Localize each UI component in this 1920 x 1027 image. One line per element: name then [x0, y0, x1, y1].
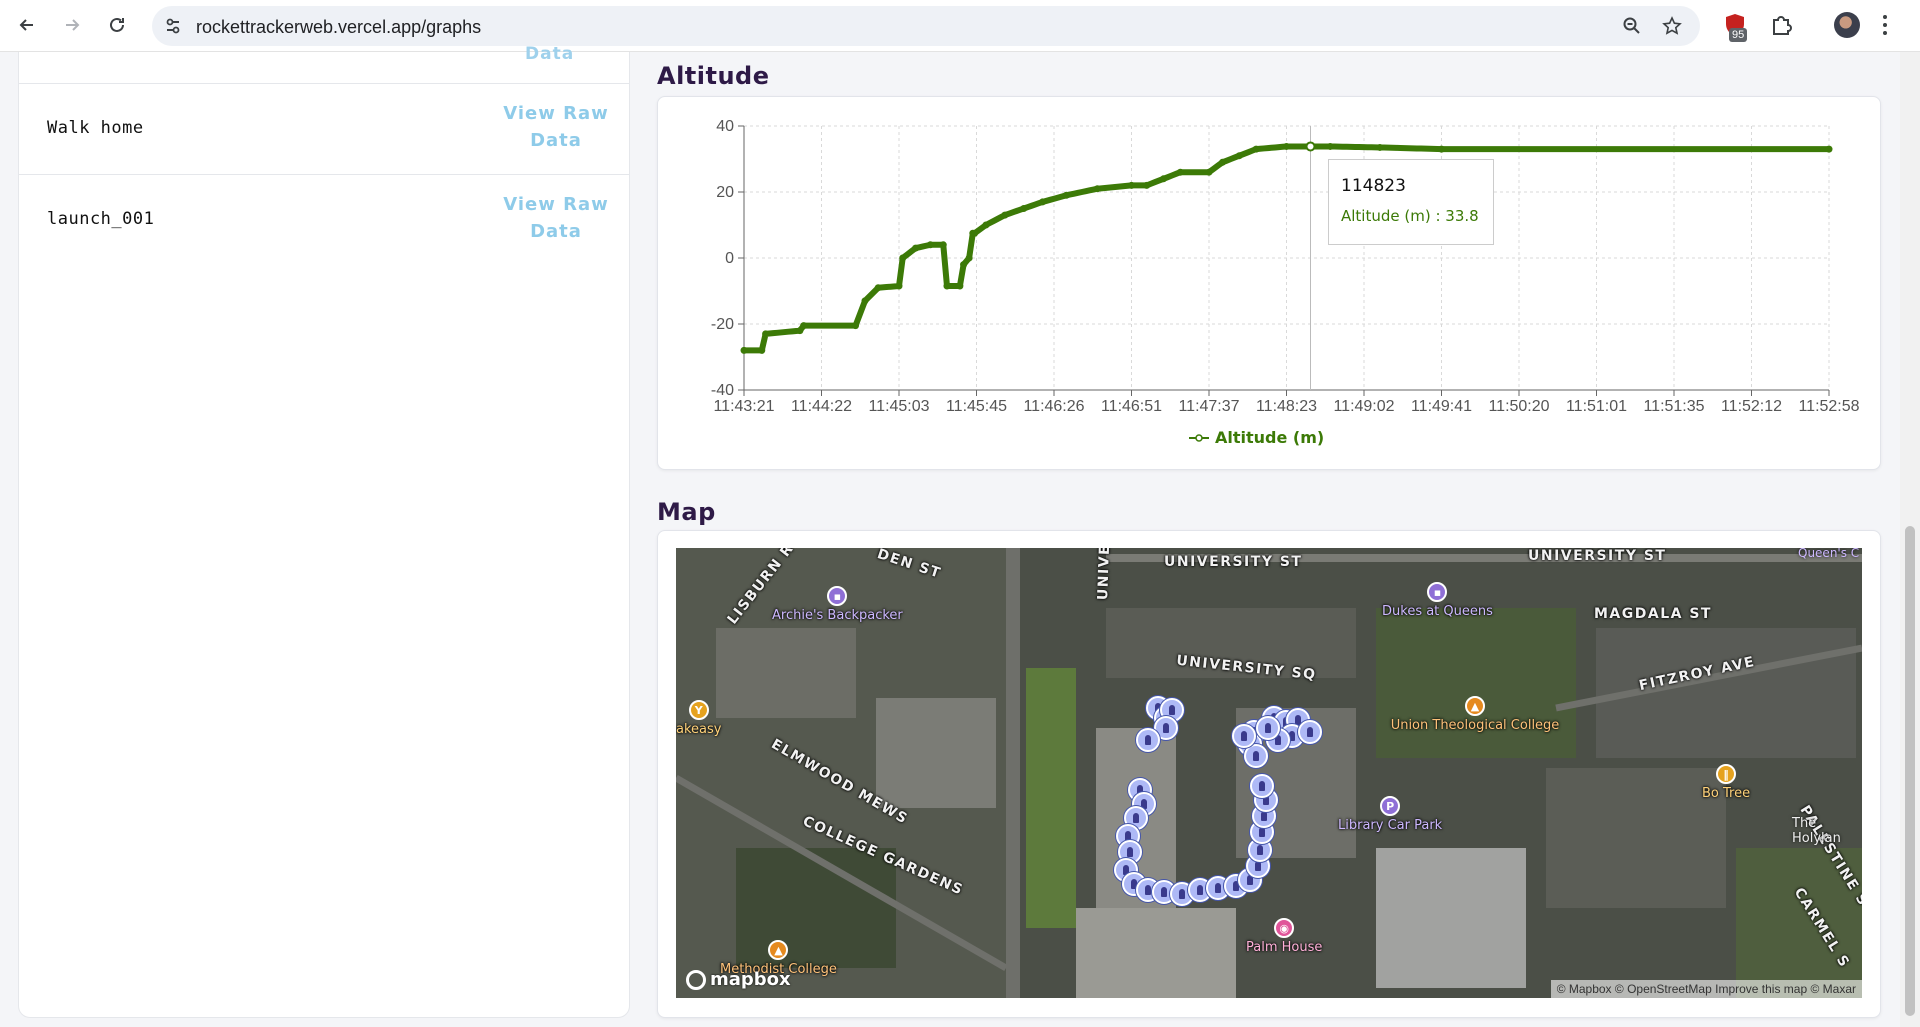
hover-active-dot [1305, 141, 1316, 152]
x-tick-label: 11:45:45 [946, 398, 1007, 415]
x-tick-label: 11:51:35 [1643, 398, 1704, 415]
altitude-data-point [960, 261, 968, 269]
altitude-data-point [758, 346, 766, 354]
altitude-data-point [1020, 205, 1028, 212]
x-tick-label: 11:48:23 [1256, 398, 1317, 415]
altitude-chart[interactable]: 40 20 0 -20 -4011:43:21 11:44:22 11:45:03 11:45… [0, 0, 1920, 470]
poi-library-car-park[interactable]: P Library Car Park [1338, 796, 1442, 833]
poi-dukes-at-queens[interactable]: ▪ Dukes at Queens [1382, 582, 1493, 619]
altitude-data-point [1376, 143, 1384, 151]
poi-palm-house[interactable]: ◉ Palm House [1246, 918, 1322, 955]
altitude-data-point [1062, 191, 1070, 199]
altitude-data-point [800, 322, 808, 330]
rocket-marker-icon[interactable] [1250, 774, 1274, 798]
page-scrollbar[interactable] [1900, 52, 1920, 1027]
x-tick-label: 11:50:20 [1488, 398, 1549, 415]
x-tick-label: 11:52:12 [1721, 398, 1782, 415]
altitude-data-point [1205, 168, 1213, 176]
map-section-title: Map [657, 498, 716, 526]
x-tick-label: 11:49:02 [1333, 398, 1394, 415]
chart-legend[interactable]: Altitude (m) [1189, 428, 1324, 447]
altitude-data-point [1093, 185, 1101, 193]
legend-line-icon [1189, 433, 1209, 442]
college-icon: ▲ [1465, 696, 1485, 716]
altitude-data-point [874, 284, 882, 292]
hotel-icon: ▪ [1427, 582, 1448, 602]
bar-icon: Y [688, 700, 709, 720]
y-tick-label: 0 [725, 250, 734, 267]
x-tick-label: 11:43:21 [713, 398, 774, 415]
altitude-data-point [1326, 142, 1334, 150]
x-tick-label: 11:52:58 [1798, 398, 1859, 415]
poi-bo-tree[interactable]: ‖ Bo Tree [1702, 764, 1750, 801]
altitude-data-point [740, 346, 748, 354]
poi-queens-clipped[interactable]: Queen's C [1798, 548, 1859, 560]
altitude-data-point [895, 282, 903, 290]
rocket-marker-icon[interactable] [1232, 724, 1256, 748]
college-icon: ▲ [768, 940, 789, 960]
altitude-data-point [965, 254, 973, 262]
altitude-data-point [956, 282, 964, 290]
altitude-data-point [1235, 152, 1243, 160]
altitude-data-point [1039, 198, 1047, 206]
y-tick-label: -20 [711, 316, 734, 333]
altitude-data-point [1438, 145, 1445, 153]
chart-tooltip: 114823 Altitude (m) : 33.8 [1328, 159, 1494, 245]
y-tick-label: 40 [716, 118, 734, 135]
hostel-icon: ▪ [827, 586, 848, 606]
altitude-data-point [1160, 175, 1168, 183]
altitude-data-point [1218, 158, 1226, 166]
legend-label: Altitude (m) [1215, 428, 1325, 447]
altitude-data-point [926, 241, 934, 249]
altitude-data-point [982, 221, 990, 229]
x-tick-label: 11:46:51 [1101, 398, 1162, 415]
scrollbar-thumb[interactable] [1905, 526, 1915, 1016]
x-tick-label: 11:45:03 [868, 398, 929, 415]
tooltip-label: 114823 [1341, 176, 1406, 196]
y-tick-label: 20 [716, 184, 734, 201]
altitude-data-point [971, 229, 979, 237]
mapbox-logo[interactable]: mapbox [686, 969, 791, 990]
poi-speakeasy[interactable]: Y akeasy [676, 700, 721, 737]
rocket-marker-icon[interactable] [1136, 728, 1160, 752]
x-tick-label: 11:46:26 [1023, 398, 1084, 415]
rocket-marker-icon[interactable] [1244, 744, 1268, 768]
street-label: UNIVERSITY ST [1164, 554, 1303, 570]
altitude-data-point [899, 254, 907, 262]
altitude-data-point [762, 330, 770, 338]
y-tick-label: -40 [711, 382, 734, 399]
poi-the-holylands[interactable]: The Holylan [1792, 816, 1862, 846]
street-label: MAGDALA ST [1594, 606, 1712, 622]
street-label: UNIVERSITY ST [1528, 548, 1667, 564]
camera-icon: ◉ [1274, 918, 1295, 938]
altitude-data-point [1283, 142, 1290, 150]
altitude-data-point [912, 244, 920, 252]
altitude-data-point [1252, 145, 1260, 153]
poi-union-theological-college[interactable]: ▲ Union Theological College [1391, 696, 1559, 733]
altitude-data-point [852, 322, 860, 330]
altitude-data-point [1176, 168, 1184, 176]
map-attribution[interactable]: © Mapbox © OpenStreetMap Improve this ma… [1550, 980, 1862, 998]
altitude-data-point [1825, 145, 1833, 153]
altitude-data-point [943, 282, 951, 290]
x-tick-label: 11:51:01 [1566, 398, 1627, 415]
restaurant-icon: ‖ [1716, 764, 1737, 784]
tooltip-value: Altitude (m) : 33.8 [1341, 207, 1479, 225]
x-tick-label: 11:44:22 [791, 398, 852, 415]
parking-icon: P [1380, 796, 1401, 816]
rocket-marker-icon[interactable] [1256, 716, 1280, 740]
street-label: UNIVE [1095, 548, 1114, 601]
satellite-map[interactable]: UNIVERSITY ST UNIVERSITY ST UNIVERSITY S… [676, 548, 1862, 998]
x-tick-label: 11:49:41 [1411, 398, 1472, 415]
rocket-marker-icon[interactable] [1298, 720, 1322, 744]
poi-archies-backpacker[interactable]: ▪ Archie's Backpacker [772, 586, 903, 623]
altitude-data-point [939, 241, 947, 249]
mapbox-ring-icon [686, 969, 706, 990]
altitude-data-point [1001, 211, 1009, 219]
altitude-data-point [1143, 181, 1151, 189]
x-tick-label: 11:47:37 [1178, 398, 1239, 415]
altitude-data-point [861, 297, 869, 305]
altitude-data-point [1128, 181, 1135, 189]
